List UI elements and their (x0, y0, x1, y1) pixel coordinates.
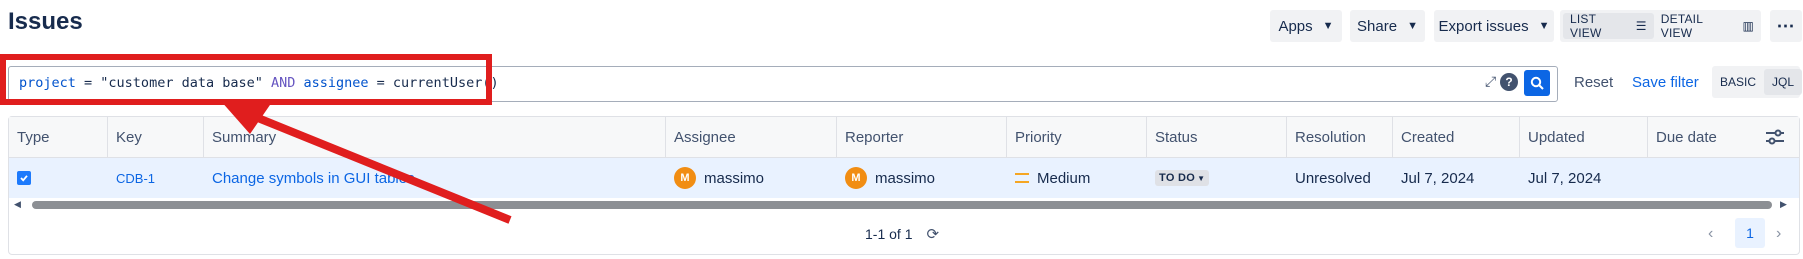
settings-sliders-icon (1766, 129, 1784, 145)
task-type-icon (17, 171, 31, 185)
list-icon: ☰ (1635, 19, 1647, 33)
column-header-created[interactable]: Created (1393, 117, 1520, 157)
share-button[interactable]: Share ▼ (1350, 10, 1425, 42)
priority-label: Medium (1037, 169, 1091, 187)
reporter-avatar: M (845, 167, 867, 189)
jql-mode-button[interactable]: JQL (1764, 69, 1803, 95)
cell-summary: Change symbols in GUI tables (204, 158, 666, 198)
export-issues-button[interactable]: Export issues ▼ (1434, 10, 1554, 42)
status-lozenge[interactable]: TO DO ▼ (1155, 170, 1210, 186)
cell-status: TO DO ▼ (1147, 158, 1287, 198)
page-title: Issues (8, 8, 83, 35)
more-icon: ⋯ (1776, 15, 1796, 36)
column-settings-button[interactable] (1752, 117, 1798, 157)
cell-key: CDB-1 (108, 158, 204, 198)
help-icon[interactable]: ? (1500, 73, 1518, 91)
reset-button[interactable]: Reset (1574, 74, 1613, 91)
apps-button[interactable]: Apps ▼ (1270, 10, 1342, 42)
detail-icon: ▥ (1742, 19, 1754, 33)
chevron-down-icon: ▼ (1538, 20, 1550, 32)
cell-reporter: M massimo (837, 158, 1007, 198)
annotation-highlight-box (0, 54, 492, 105)
search-mode-toggle: BASIC JQL (1712, 66, 1803, 98)
column-header-resolution[interactable]: Resolution (1287, 117, 1393, 157)
table-header: Type Key Summary Assignee Reporter Prior… (9, 117, 1799, 158)
column-header-due-date[interactable]: Due date (1648, 117, 1761, 157)
column-header-status[interactable]: Status (1147, 117, 1287, 157)
basic-mode-button[interactable]: BASIC (1712, 69, 1764, 95)
chevron-down-icon: ▼ (1322, 20, 1334, 32)
scroll-right-icon[interactable]: ▶ (1780, 199, 1787, 210)
column-header-priority[interactable]: Priority (1007, 117, 1147, 157)
column-header-summary[interactable]: Summary (204, 117, 666, 157)
priority-medium-icon (1015, 173, 1029, 183)
horizontal-scrollbar[interactable] (32, 201, 1772, 209)
export-label: Export issues (1438, 17, 1529, 35)
next-page-icon[interactable]: › (1776, 225, 1781, 243)
issue-key-link[interactable]: CDB-1 (116, 171, 155, 186)
table-row[interactable]: CDB-1 Change symbols in GUI tables M mas… (9, 158, 1799, 198)
assignee-avatar: M (674, 167, 696, 189)
search-icon (1530, 76, 1544, 90)
status-label: TO DO (1159, 172, 1196, 184)
cell-updated: Jul 7, 2024 (1528, 169, 1602, 187)
chevron-down-icon: ▼ (1407, 20, 1418, 32)
page-button-1[interactable]: 1 (1735, 218, 1765, 248)
cell-created: Jul 7, 2024 (1401, 169, 1475, 187)
chevron-down-icon: ▼ (1197, 173, 1206, 183)
cell-due-date (1648, 158, 1761, 198)
cell-type (9, 158, 108, 198)
column-header-assignee[interactable]: Assignee (666, 117, 837, 157)
column-header-updated[interactable]: Updated (1520, 117, 1648, 157)
detail-view-label: DETAIL VIEW (1660, 12, 1703, 40)
search-button[interactable] (1524, 70, 1550, 96)
share-label: Share (1357, 17, 1398, 35)
list-view-label: LIST VIEW (1570, 12, 1602, 40)
cell-resolution: Unresolved (1295, 169, 1371, 187)
cell-assignee: M massimo (666, 158, 837, 198)
column-header-type[interactable]: Type (9, 117, 108, 157)
column-header-key[interactable]: Key (108, 117, 204, 157)
apps-label: Apps (1278, 17, 1313, 35)
issue-summary-link[interactable]: Change symbols in GUI tables (212, 170, 415, 187)
view-switcher: LIST VIEW ☰ DETAIL VIEW ▥ (1560, 10, 1761, 42)
column-header-reporter[interactable]: Reporter (837, 117, 1007, 157)
list-view-button[interactable]: LIST VIEW ☰ (1563, 12, 1654, 40)
results-count: 1-1 of 1 (865, 226, 913, 242)
previous-page-icon[interactable]: ‹ (1708, 225, 1713, 243)
detail-view-button[interactable]: DETAIL VIEW ▥ (1654, 12, 1761, 40)
refresh-icon[interactable]: ⟳ (926, 225, 939, 243)
pagination-summary: 1-1 of 1 ⟳ (865, 225, 939, 243)
cell-priority: Medium (1007, 158, 1147, 198)
more-actions-button[interactable]: ⋯ (1770, 10, 1802, 42)
reporter-name: massimo (875, 169, 936, 187)
expand-icon[interactable]: ⤢ (1485, 73, 1496, 90)
assignee-name: massimo (704, 169, 765, 187)
scroll-left-icon[interactable]: ◀ (14, 199, 21, 210)
save-filter-button[interactable]: Save filter (1632, 74, 1699, 91)
